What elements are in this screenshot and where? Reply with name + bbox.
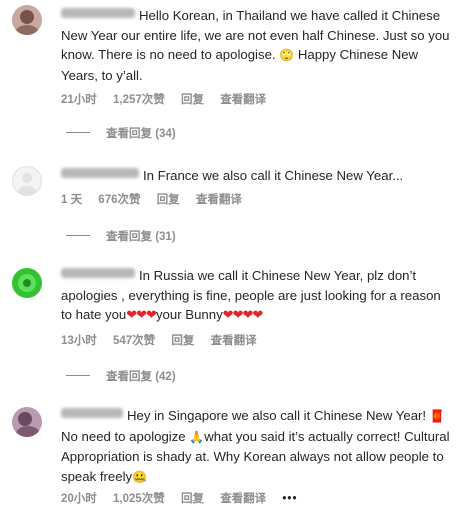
timestamp: 20小时 — [61, 493, 97, 505]
username[interactable] — [61, 8, 135, 18]
comment-text-line: Hey in Singapore we also call it Chinese… — [127, 408, 427, 423]
username[interactable] — [61, 408, 123, 418]
heart-icon: ❤❤❤❤ — [222, 308, 264, 323]
avatar[interactable] — [12, 407, 42, 437]
translate-button[interactable]: 查看翻译 — [211, 335, 257, 347]
comment-meta: 20小时 1,025次赞 回复 查看翻译 ••• — [61, 490, 310, 506]
view-replies-button[interactable]: 查看回复 (31) — [66, 228, 176, 244]
more-options-icon[interactable]: ••• — [282, 493, 297, 505]
avatar[interactable] — [12, 268, 42, 298]
red-envelope-icon: 🧧 — [429, 409, 445, 423]
comment-text-line: Hello Korean, in Thailand we have called… — [139, 8, 389, 23]
avatar[interactable] — [12, 5, 42, 35]
comment-meta: 21小时 1,257次赞 回复 查看翻译 — [61, 91, 279, 107]
comment-text-line: your Bunny — [155, 307, 223, 322]
rolling-eyes-emoji-icon: 🙄 — [279, 48, 295, 62]
like-count[interactable]: 547次赞 — [113, 335, 155, 347]
timestamp: 1 天 — [61, 194, 83, 206]
username[interactable] — [61, 268, 135, 278]
avatar[interactable] — [12, 166, 42, 196]
view-replies-button[interactable]: 查看回复 (42) — [66, 368, 176, 384]
translate-button[interactable]: 查看翻译 — [220, 493, 266, 505]
timestamp: 21小时 — [61, 94, 97, 106]
comment-meta: 1 天 676次赞 回复 查看翻译 — [61, 191, 255, 207]
comment-text: Hey in Singapore we also call it Chinese… — [61, 406, 453, 487]
view-replies-label: 查看回复 (42) — [106, 371, 176, 383]
translate-button[interactable]: 查看翻译 — [196, 194, 242, 206]
reply-button[interactable]: 回复 — [157, 194, 180, 206]
divider-line — [66, 235, 90, 236]
like-count[interactable]: 1,025次赞 — [113, 493, 165, 505]
like-count[interactable]: 676次赞 — [98, 194, 140, 206]
view-replies-label: 查看回复 (34) — [106, 128, 176, 140]
comment-text-line: In France we also call it Chinese New Ye… — [143, 168, 404, 183]
comment-text: In France we also call it Chinese New Ye… — [61, 166, 453, 186]
translate-button[interactable]: 查看翻译 — [220, 94, 266, 106]
view-replies-label: 查看回复 (31) — [106, 231, 176, 243]
divider-line — [66, 132, 90, 133]
timestamp: 13小时 — [61, 335, 97, 347]
reply-button[interactable]: 回复 — [181, 94, 204, 106]
comment-text: In Russia we call it Chinese New Year, p… — [61, 266, 453, 326]
praying-hands-icon: 🙏 — [189, 429, 205, 444]
like-count[interactable]: 1,257次赞 — [113, 94, 165, 106]
comment-meta: 13小时 547次赞 回复 查看翻译 — [61, 332, 270, 348]
reply-button[interactable]: 回复 — [171, 335, 194, 347]
view-replies-button[interactable]: 查看回复 (34) — [66, 125, 176, 141]
comment-text-line: No need to apologize — [61, 428, 190, 444]
reply-button[interactable]: 回复 — [181, 493, 204, 505]
username[interactable] — [61, 168, 139, 178]
comment-text: Hello Korean, in Thailand we have called… — [61, 6, 453, 85]
zipper-mouth-face-icon: 🤐 — [132, 469, 148, 484]
divider-line — [66, 375, 90, 376]
heart-icon: ❤❤❤ — [126, 308, 157, 323]
